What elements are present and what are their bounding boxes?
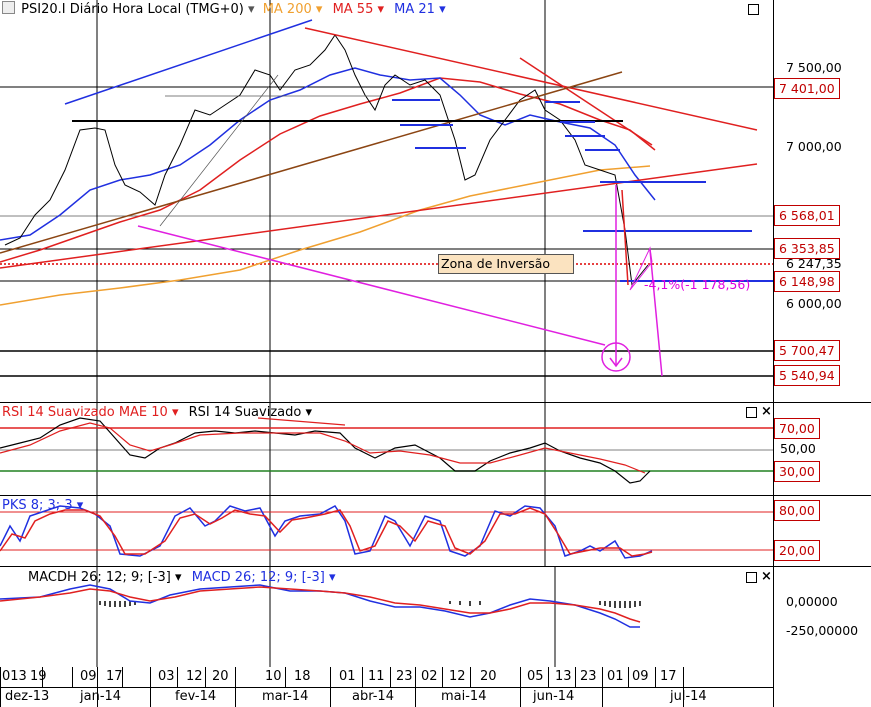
header-dropdown-icon[interactable]: ▾: [248, 2, 255, 17]
date-tick: 09: [80, 669, 97, 684]
symbol-title[interactable]: PSI20.I Diário Hora Local (TMG+0): [21, 2, 244, 17]
zona-inversao-annotation: Zona de Inversão: [438, 254, 574, 274]
month-tick: jan-14: [80, 689, 122, 704]
date-tick: 09: [632, 669, 649, 684]
chart-logo-icon: [2, 1, 15, 14]
macd-maximize-icon[interactable]: [746, 572, 757, 583]
price-label-6148: 6 148,98: [774, 271, 840, 292]
price-label-5700: 5 700,47: [774, 340, 840, 361]
date-tick: 10: [265, 669, 282, 684]
rsi-mae-dropdown-icon[interactable]: ▾: [172, 405, 179, 420]
price-tick-7500: 7 500,00: [786, 60, 842, 75]
percent-change-annotation: -4,1%(-1 178,56): [644, 277, 751, 292]
ma200-dropdown-icon[interactable]: ▾: [316, 2, 323, 17]
rsi-level-70: 70,00: [774, 418, 820, 439]
macd-axis-divider: [773, 567, 774, 667]
pks-dropdown-icon[interactable]: ▾: [77, 498, 84, 513]
date-tick: 23: [580, 669, 597, 684]
pks-header: PKS 8; 3; 3 ▾: [2, 498, 83, 513]
rsi-close-icon[interactable]: ×: [761, 405, 772, 418]
macd-dropdown-icon[interactable]: ▾: [329, 570, 336, 585]
date-tick: 01: [607, 669, 624, 684]
date-tick: 20: [480, 669, 497, 684]
macd-header: MACDH 26; 12; 9; [-3] ▾ MACD 26; 12; 9; …: [2, 570, 335, 585]
rsi-panel[interactable]: RSI 14 Suavizado MAE 10 ▾ RSI 14 Suaviza…: [0, 403, 871, 496]
pks-level-80: 80,00: [774, 500, 820, 521]
ma21-dropdown-icon[interactable]: ▾: [439, 2, 446, 17]
macd-panel[interactable]: MACDH 26; 12; 9; [-3] ▾ MACD 26; 12; 9; …: [0, 567, 871, 668]
rsi-mae-label[interactable]: RSI 14 Suavizado MAE 10: [2, 405, 168, 420]
price-panel[interactable]: PSI20.I Diário Hora Local (TMG+0) ▾ MA 2…: [0, 0, 871, 403]
price-tick-6000: 6 000,00: [786, 296, 842, 311]
date-tick: 17: [660, 669, 677, 684]
date-tick: 17: [106, 669, 123, 684]
date-tick: 013: [2, 669, 27, 684]
price-tick-7000: 7 000,00: [786, 139, 842, 154]
ma21-label[interactable]: MA 21: [394, 2, 435, 17]
price-label-6568: 6 568,01: [774, 205, 840, 226]
rsi-header: RSI 14 Suavizado MAE 10 ▾ RSI 14 Suaviza…: [2, 405, 312, 420]
maximize-icon[interactable]: [748, 4, 759, 15]
date-tick: 23: [396, 669, 413, 684]
macd-level-neg: -250,00000: [786, 623, 859, 638]
price-chart: [0, 0, 773, 402]
macd-close-icon[interactable]: ×: [761, 570, 772, 583]
chart-header: PSI20.I Diário Hora Local (TMG+0) ▾ MA 2…: [2, 1, 446, 17]
ma55-label[interactable]: MA 55: [333, 2, 374, 17]
date-tick: 05: [527, 669, 544, 684]
price-label-7401: 7 401,00: [774, 78, 840, 99]
month-tick: dez-13: [5, 689, 50, 704]
date-tick: 12: [186, 669, 203, 684]
date-tick: 13: [555, 669, 572, 684]
rsi-label[interactable]: RSI 14 Suavizado: [189, 405, 302, 420]
month-tick: mai-14: [441, 689, 487, 704]
rsi-level-30: 30,00: [774, 461, 820, 482]
date-tick: 18: [294, 669, 311, 684]
macd-level-0: 0,00000: [786, 594, 838, 609]
date-tick: 01: [339, 669, 356, 684]
macdh-label[interactable]: MACDH 26; 12; 9; [-3]: [28, 570, 171, 585]
pks-level-20: 20,00: [774, 540, 820, 561]
date-tick: 20: [212, 669, 229, 684]
pks-label[interactable]: PKS 8; 3; 3: [2, 498, 73, 513]
ma200-label[interactable]: MA 200: [263, 2, 312, 17]
date-tick: 03: [158, 669, 175, 684]
pks-chart: [0, 496, 773, 566]
pks-panel[interactable]: PKS 8; 3; 3 ▾ 80,00 20,00: [0, 496, 871, 567]
month-tick: mar-14: [262, 689, 309, 704]
date-axis: 013 19 09 17 03 12 20 10 18 01 11 23 02 …: [0, 667, 871, 707]
month-tick: fev-14: [175, 689, 217, 704]
rsi-dropdown-icon[interactable]: ▾: [305, 405, 312, 420]
month-tick: abr-14: [352, 689, 394, 704]
macd-label[interactable]: MACD 26; 12; 9; [-3]: [192, 570, 325, 585]
price-label-5540: 5 540,94: [774, 365, 840, 386]
ma55-dropdown-icon[interactable]: ▾: [378, 2, 385, 17]
date-tick: 12: [449, 669, 466, 684]
date-tick: 11: [368, 669, 385, 684]
price-current-6247: 6 247,35: [786, 256, 842, 271]
month-tick: jul-14: [670, 689, 707, 704]
date-tick: 19: [30, 669, 47, 684]
rsi-maximize-icon[interactable]: [746, 407, 757, 418]
date-tick: 02: [421, 669, 438, 684]
macdh-dropdown-icon[interactable]: ▾: [175, 570, 182, 585]
rsi-level-50: 50,00: [780, 441, 816, 456]
month-tick: jun-14: [533, 689, 575, 704]
